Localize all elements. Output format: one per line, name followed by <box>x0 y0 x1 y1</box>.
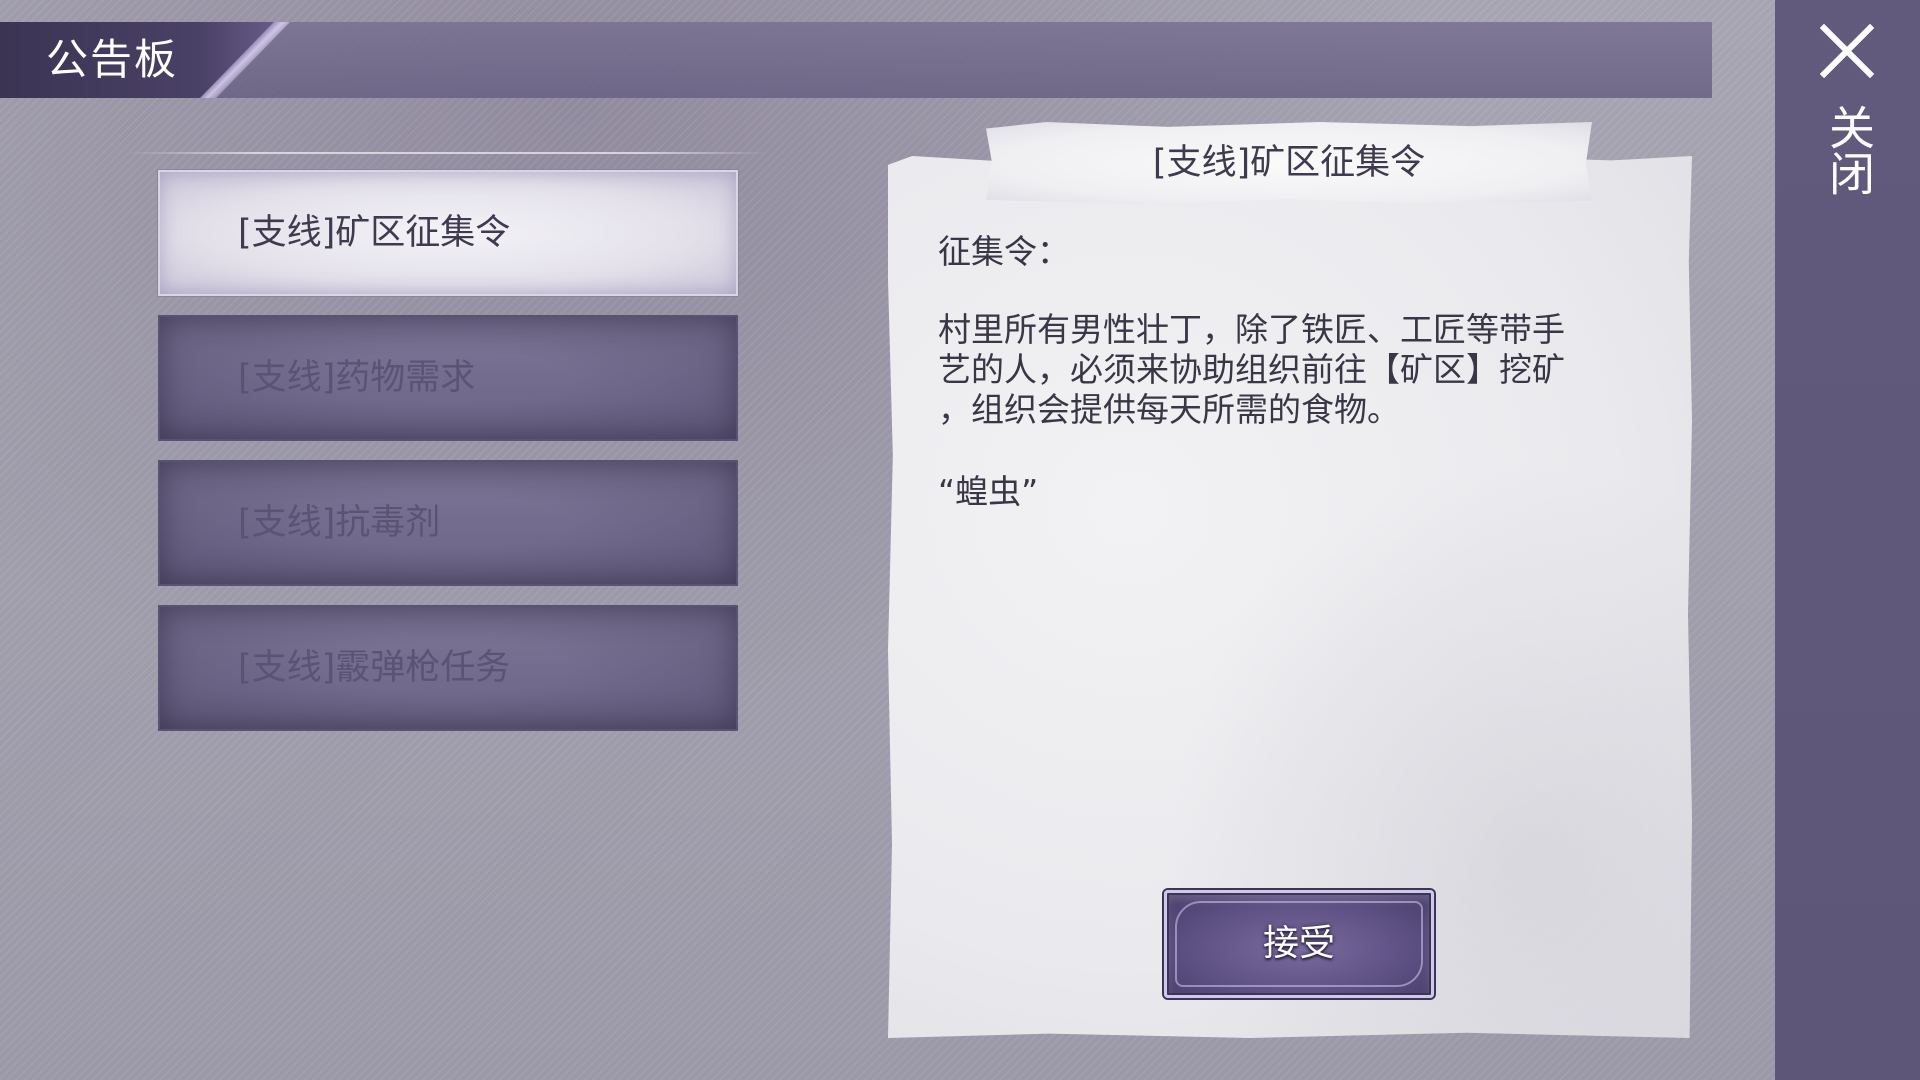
list-divider <box>128 152 768 154</box>
close-label[interactable]: 关闭 <box>1818 104 1876 196</box>
accept-button[interactable]: 接受 <box>1164 890 1434 998</box>
notice-body-line: 艺的人，必须来协助组织前往【矿区】挖矿 <box>938 350 1565 389</box>
game-screen: 公告板 关闭 [支线]矿区征集令 [支线]药物需求 [支线]抗毒剂 [支线]霰弹… <box>0 0 1920 1080</box>
quest-item-label: [支线]矿区征集令 <box>238 213 511 253</box>
quest-item-label: [支线]抗毒剂 <box>238 503 441 543</box>
quest-item-shotgun-task[interactable]: [支线]霰弹枪任务 <box>158 605 738 731</box>
quest-item-label: [支线]药物需求 <box>238 358 476 398</box>
notice-heading: 征集令： <box>938 232 1070 271</box>
notice-signature: “蝗虫” <box>938 472 1039 511</box>
close-icon-graphic <box>1819 23 1875 79</box>
quest-item-mine-conscription[interactable]: [支线]矿区征集令 <box>158 170 738 296</box>
accept-button-label: 接受 <box>1262 923 1335 964</box>
close-icon[interactable] <box>1819 23 1875 79</box>
quest-item-label: [支线]霰弹枪任务 <box>238 648 511 688</box>
notice-title: [支线]矿区征集令 <box>1152 143 1426 183</box>
page-title: 公告板 <box>46 35 179 84</box>
quest-item-antidote[interactable]: [支线]抗毒剂 <box>158 460 738 586</box>
notice-body: 村里所有男性壮丁，除了铁匠、工匠等带手 艺的人，必须来协助组织前往【矿区】挖矿 … <box>938 310 1618 430</box>
notice-body-line: ，组织会提供每天所需的食物。 <box>938 390 1400 429</box>
quest-item-medicine-demand[interactable]: [支线]药物需求 <box>158 315 738 441</box>
notice-body-line: 村里所有男性壮丁，除了铁匠、工匠等带手 <box>938 310 1565 349</box>
